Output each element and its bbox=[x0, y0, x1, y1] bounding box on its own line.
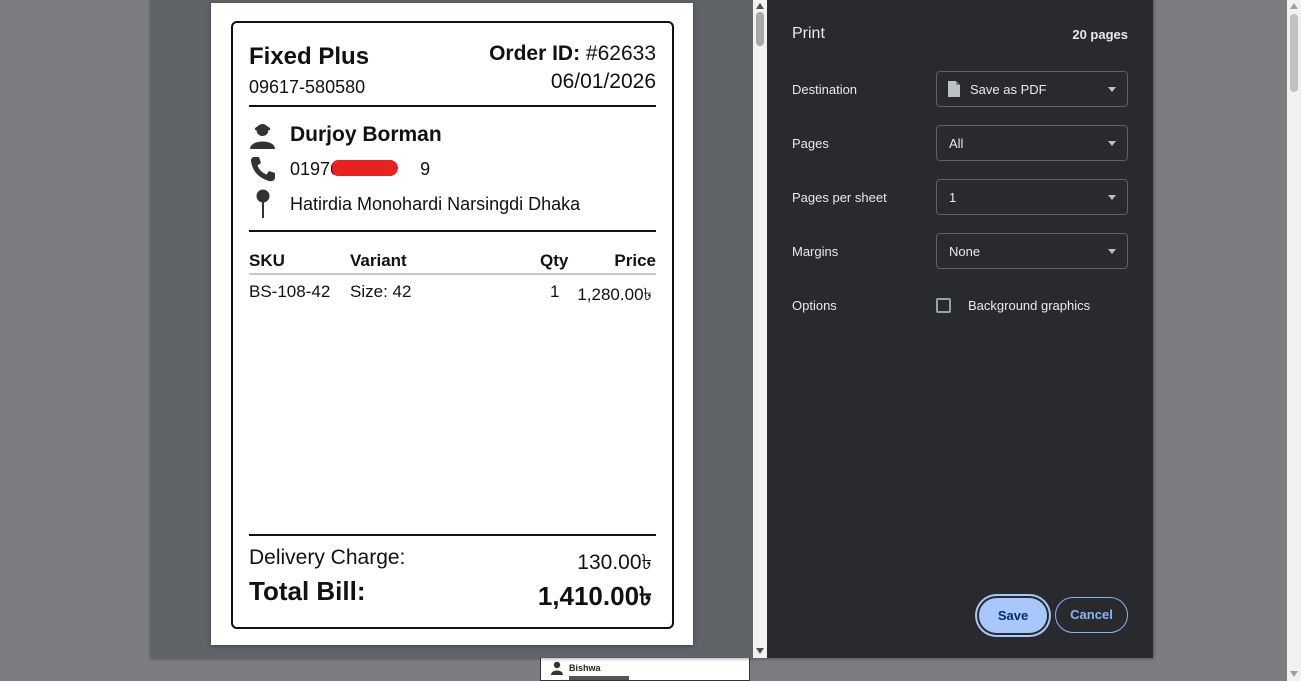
total-bill-label: Total Bill: bbox=[249, 576, 366, 606]
destination-select[interactable]: Save as PDF bbox=[936, 71, 1128, 107]
destination-label: Destination bbox=[792, 82, 858, 97]
row-price: 1,280.00৳ bbox=[577, 285, 652, 304]
dropdown-caret-icon bbox=[1108, 141, 1116, 146]
column-header-sku: SKU bbox=[249, 251, 285, 270]
background-page-strip: Bishwa bbox=[540, 656, 750, 681]
total-bill-value: 1,410.00৳ bbox=[537, 581, 652, 611]
background-graphics-checkbox[interactable] bbox=[936, 298, 951, 313]
document-icon bbox=[948, 81, 960, 97]
order-id-value: #62633 bbox=[585, 42, 656, 65]
customer-divider bbox=[249, 230, 656, 232]
pages-per-sheet-value: 1 bbox=[949, 190, 957, 205]
cancel-button[interactable]: Cancel bbox=[1055, 597, 1128, 633]
preview-scrollbar-thumb[interactable] bbox=[756, 12, 764, 46]
print-preview-area: Fixed Plus 09617-580580 Order ID: #62633… bbox=[151, 0, 753, 658]
dropdown-caret-icon bbox=[1108, 195, 1116, 200]
totals-divider bbox=[249, 534, 656, 536]
pages-per-sheet-select[interactable]: 1 bbox=[936, 179, 1128, 215]
preview-scrollbar[interactable] bbox=[753, 0, 767, 658]
save-button[interactable]: Save bbox=[979, 598, 1047, 633]
order-date: 06/01/2026 bbox=[550, 70, 656, 93]
background-graphics-label[interactable]: Background graphics bbox=[968, 298, 1090, 313]
order-id-label: Order ID: bbox=[489, 42, 581, 65]
customer-address: Hatirdia Monohardi Narsingdi Dhaka bbox=[290, 194, 581, 214]
table-header-divider bbox=[249, 273, 656, 275]
pages-value: All bbox=[949, 136, 964, 151]
scroll-down-arrow-icon[interactable] bbox=[756, 648, 764, 654]
phone-redaction-mark bbox=[332, 160, 398, 176]
order-id: Order ID: #62633 bbox=[489, 42, 656, 66]
receipt: Fixed Plus 09617-580580 Order ID: #62633… bbox=[231, 21, 674, 629]
print-title: Print bbox=[792, 25, 825, 42]
background-customer-name: Bishwa bbox=[569, 663, 601, 673]
margins-select[interactable]: None bbox=[936, 233, 1128, 269]
scroll-down-arrow-icon[interactable] bbox=[1290, 671, 1298, 677]
destination-value: Save as PDF bbox=[970, 82, 1047, 97]
pin-icon bbox=[256, 189, 270, 218]
row-sku: BS-108-42 bbox=[249, 282, 331, 301]
page-count: 20 pages bbox=[1072, 27, 1128, 42]
scrollbar-thumb[interactable] bbox=[1290, 14, 1298, 92]
person-icon bbox=[551, 661, 563, 675]
column-header-variant: Variant bbox=[350, 251, 407, 270]
shop-name: Fixed Plus bbox=[249, 43, 370, 70]
pages-per-sheet-label: Pages per sheet bbox=[792, 190, 887, 205]
margins-value: None bbox=[949, 244, 981, 259]
header-divider bbox=[249, 105, 656, 107]
dropdown-caret-icon bbox=[1108, 249, 1116, 254]
scroll-up-arrow-icon[interactable] bbox=[756, 3, 764, 9]
options-label: Options bbox=[792, 298, 837, 313]
customer-name: Durjoy Borman bbox=[290, 123, 442, 146]
customer-phone-end: 9 bbox=[420, 159, 431, 179]
row-variant: Size: 42 bbox=[350, 282, 412, 301]
shop-phone: 09617-580580 bbox=[249, 77, 366, 97]
page-scrollbar[interactable] bbox=[1287, 0, 1301, 681]
background-customer-detail bbox=[569, 676, 629, 680]
delivery-charge-label: Delivery Charge: bbox=[249, 546, 406, 569]
dropdown-caret-icon bbox=[1108, 87, 1116, 92]
column-header-price: Price bbox=[614, 251, 656, 270]
print-settings-panel: Print 20 pages Destination Save as PDF P… bbox=[767, 0, 1153, 658]
pages-label: Pages bbox=[792, 136, 829, 151]
print-dialog: Fixed Plus 09617-580580 Order ID: #62633… bbox=[151, 0, 1153, 658]
pages-select[interactable]: All bbox=[936, 125, 1128, 161]
margins-label: Margins bbox=[792, 244, 839, 259]
scroll-up-arrow-icon[interactable] bbox=[1290, 3, 1298, 9]
row-qty: 1 bbox=[550, 282, 560, 301]
preview-page: Fixed Plus 09617-580580 Order ID: #62633… bbox=[211, 3, 693, 645]
column-header-qty: Qty bbox=[540, 251, 569, 270]
phone-icon bbox=[251, 157, 275, 182]
person-icon bbox=[250, 124, 275, 149]
